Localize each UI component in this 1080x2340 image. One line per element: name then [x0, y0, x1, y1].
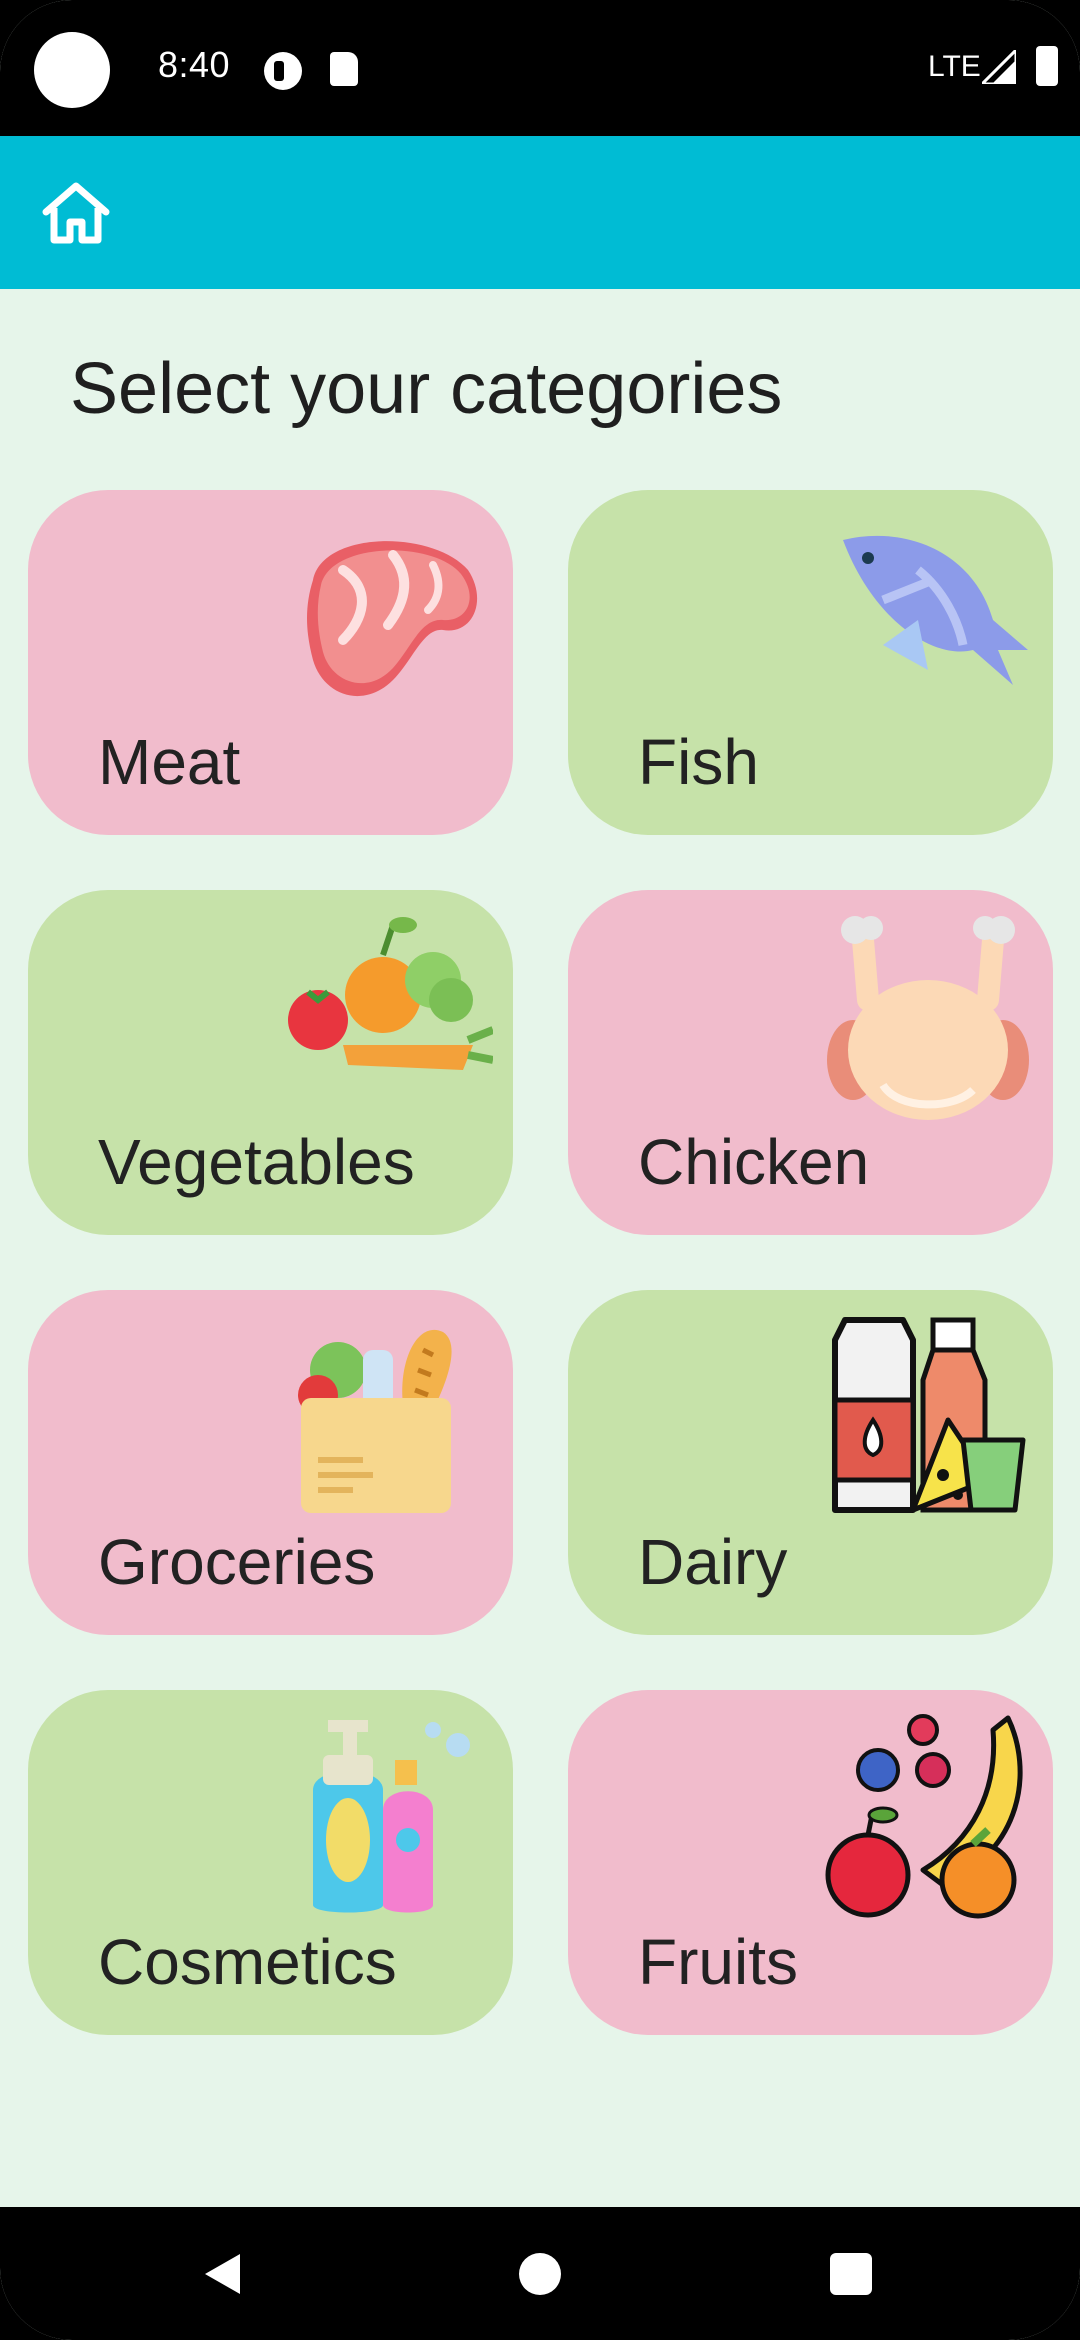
- category-label: Cosmetics: [98, 1926, 397, 1998]
- category-card-cosmetics[interactable]: Cosmetics: [28, 1690, 513, 2035]
- meat-icon: [283, 510, 493, 720]
- battery-icon: [1036, 46, 1058, 86]
- phone-screen: 8:40 LTE Select your categories Meat Fis…: [0, 0, 1080, 2340]
- network-type: LTE: [928, 50, 981, 83]
- category-label: Meat: [98, 726, 241, 798]
- back-icon[interactable]: [200, 2249, 250, 2299]
- category-label: Fruits: [638, 1926, 798, 1998]
- status-bar: 8:40 LTE: [0, 0, 1080, 136]
- category-card-fish[interactable]: Fish: [568, 490, 1053, 835]
- fish-icon: [823, 510, 1033, 720]
- signal-icon: [982, 50, 1016, 84]
- camera-cutout: [34, 32, 110, 108]
- recents-icon[interactable]: [830, 2253, 872, 2295]
- category-label: Chicken: [638, 1126, 870, 1198]
- category-card-dairy[interactable]: Dairy: [568, 1290, 1053, 1635]
- vegetables-icon: [283, 910, 493, 1120]
- home-circle-icon[interactable]: [519, 2253, 561, 2295]
- app-bar: [0, 136, 1080, 289]
- category-card-groceries[interactable]: Groceries: [28, 1290, 513, 1635]
- category-card-meat[interactable]: Meat: [28, 490, 513, 835]
- system-nav-bar: [0, 2207, 1080, 2340]
- category-label: Fish: [638, 726, 759, 798]
- category-label: Vegetables: [98, 1126, 415, 1198]
- category-card-vegetables[interactable]: Vegetables: [28, 890, 513, 1235]
- chicken-icon: [823, 910, 1033, 1120]
- data-saver-icon: [264, 52, 302, 90]
- groceries-icon: [283, 1310, 493, 1520]
- status-time: 8:40: [158, 44, 231, 85]
- sd-card-icon: [330, 52, 358, 86]
- category-card-fruits[interactable]: Fruits: [568, 1690, 1053, 2035]
- dairy-icon: [823, 1310, 1033, 1520]
- fruits-icon: [823, 1710, 1033, 1920]
- category-card-chicken[interactable]: Chicken: [568, 890, 1053, 1235]
- cosmetics-icon: [283, 1710, 493, 1920]
- home-icon[interactable]: [38, 178, 114, 248]
- category-label: Groceries: [98, 1526, 376, 1598]
- page-title: Select your categories: [70, 349, 783, 429]
- category-label: Dairy: [638, 1526, 788, 1598]
